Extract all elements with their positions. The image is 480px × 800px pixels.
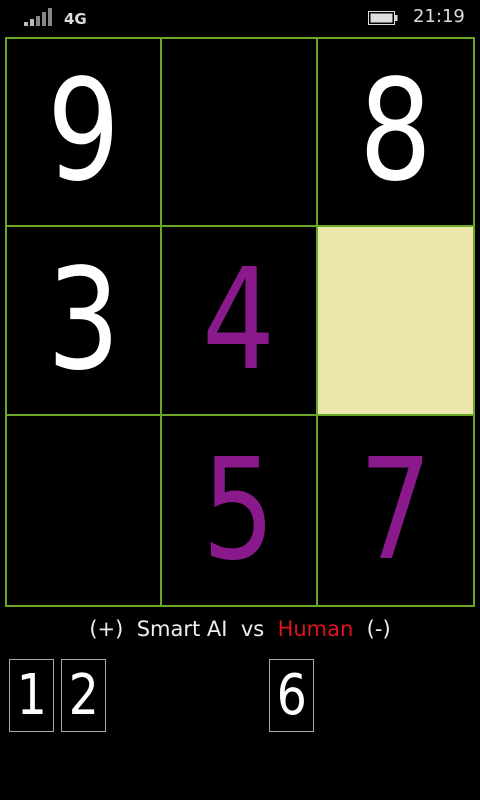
board-cell-1[interactable]: 9 <box>5 37 162 227</box>
ai-sign: (+) <box>89 617 124 641</box>
tile-value: 2 <box>68 663 99 728</box>
cell-value: 3 <box>46 238 121 402</box>
board-cell-7[interactable] <box>5 414 162 607</box>
cell-value: 5 <box>202 428 276 592</box>
cell-value: 7 <box>358 428 433 592</box>
battery-icon <box>368 11 398 25</box>
number-tile-2[interactable]: 2 <box>61 659 106 732</box>
tile-value: 6 <box>276 663 307 728</box>
cell-value: 4 <box>202 238 276 402</box>
board-cell-8[interactable]: 5 <box>160 414 318 607</box>
number-tile-6[interactable]: 6 <box>269 659 314 732</box>
board-cell-9[interactable]: 7 <box>316 414 475 607</box>
board-cell-6[interactable] <box>316 225 475 416</box>
board-cell-5[interactable]: 4 <box>160 225 318 416</box>
number-tile-1[interactable]: 1 <box>9 659 54 732</box>
players-line: (+) Smart AI vs Human (-) <box>0 617 480 641</box>
ai-player-name: Smart AI <box>136 617 228 641</box>
status-time: 21:19 <box>413 6 465 27</box>
tile-value: 1 <box>16 663 47 728</box>
vs-label: vs <box>240 617 265 641</box>
cell-value: 9 <box>46 50 121 213</box>
game-board: 9 8 3 4 5 7 <box>5 37 475 607</box>
human-sign: (-) <box>366 617 391 641</box>
board-cell-3[interactable]: 8 <box>316 37 475 227</box>
status-bar: 4G 21:19 <box>0 0 480 36</box>
board-cell-4[interactable]: 3 <box>5 225 162 416</box>
network-type: 4G <box>64 10 87 28</box>
signal-strength-icon <box>24 8 52 26</box>
cell-value: 8 <box>358 50 433 213</box>
human-player-name: Human <box>277 617 354 641</box>
board-cell-2[interactable] <box>160 37 318 227</box>
